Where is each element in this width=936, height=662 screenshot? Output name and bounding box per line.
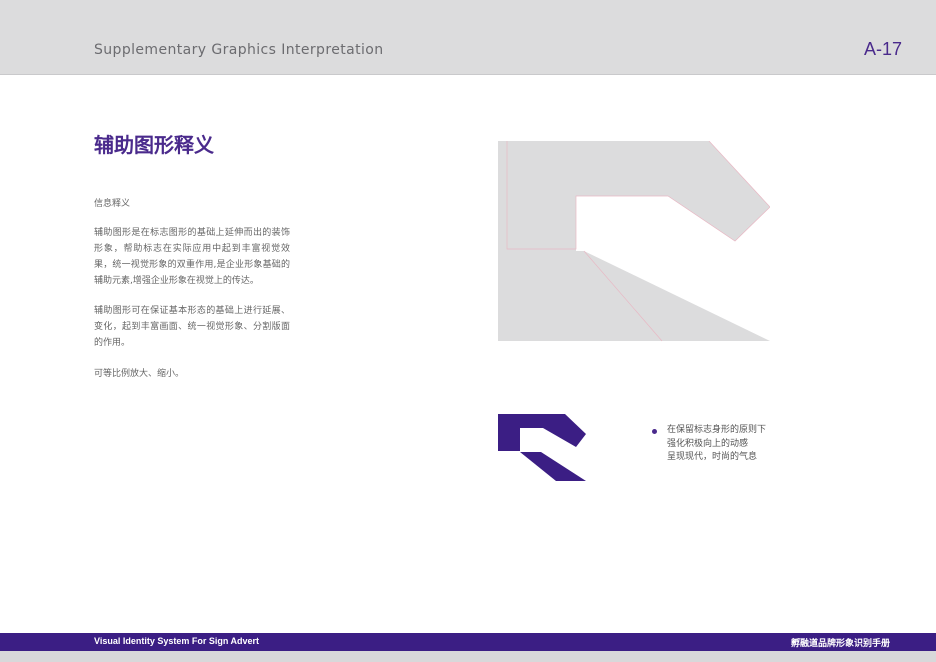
sub-heading: 信息释义 bbox=[94, 199, 131, 209]
graphic-large-body bbox=[498, 141, 770, 341]
paragraph-extension: 辅助图形可在保证基本形态的基础上进行延展、变化，起到丰富画面、统一视觉形象、分割… bbox=[94, 306, 290, 348]
footer-left-text: Visual Identity System For Sign Advert bbox=[94, 636, 260, 646]
page-number: A-17 bbox=[863, 39, 902, 59]
bullet-line: 呈现现代，时尚的气息 bbox=[667, 452, 758, 462]
page-header: Supplementary Graphics Interpretation A-… bbox=[0, 0, 936, 75]
graphic-small-leg bbox=[520, 452, 586, 481]
section-title: 辅助图形释义 bbox=[94, 133, 214, 157]
footer-right-text: 孵融道品牌形象识别手册 bbox=[790, 639, 890, 649]
graphic-small-body bbox=[498, 414, 586, 451]
paragraph-description: 辅助图形是在标志图形的基础上延伸而出的装饰形象，帮助标志在实际应用中起到丰富视觉… bbox=[94, 228, 290, 286]
bullet-dot-icon bbox=[652, 429, 657, 434]
bullet-line: 在保留标志身形的原则下 bbox=[667, 425, 767, 435]
paragraph-scaling: 可等比例放大、缩小。 bbox=[94, 369, 185, 379]
bullet-line: 强化积极向上的动感 bbox=[667, 438, 749, 449]
page-footer: Visual Identity System For Sign Advert 孵… bbox=[0, 633, 936, 651]
footer-strip bbox=[0, 651, 936, 662]
supplementary-graphic-large bbox=[498, 141, 770, 342]
header-title: Supplementary Graphics Interpretation bbox=[94, 42, 384, 58]
brand-graphic-small bbox=[498, 414, 586, 481]
bullet-block: 在保留标志身形的原则下 强化积极向上的动感 呈现现代，时尚的气息 bbox=[652, 424, 766, 465]
